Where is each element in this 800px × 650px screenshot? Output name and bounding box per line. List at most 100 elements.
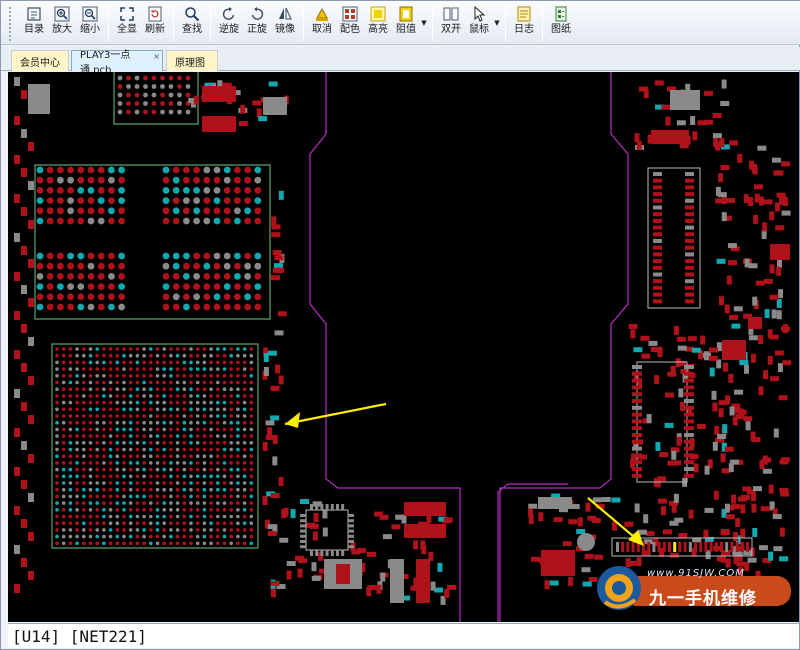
bga-ball[interactable]	[229, 414, 233, 418]
pcb-pad[interactable]	[311, 575, 321, 581]
bga-ball[interactable]	[202, 521, 207, 525]
pcb-pad[interactable]	[721, 212, 727, 222]
bga-ball[interactable]	[61, 407, 66, 412]
bga-ball[interactable]	[75, 487, 79, 492]
bga-ball[interactable]	[189, 454, 193, 459]
bga-ball[interactable]	[61, 441, 66, 445]
bga-ball[interactable]	[169, 434, 173, 438]
pcb-pad[interactable]	[647, 542, 651, 552]
search-button[interactable]: 查找	[179, 5, 205, 37]
bga-ball[interactable]	[36, 217, 44, 225]
resistance-button[interactable]: 阻值	[393, 5, 419, 37]
bga-ball[interactable]	[229, 508, 233, 512]
bga-ball[interactable]	[115, 380, 120, 385]
pcb-pad[interactable]	[773, 546, 783, 552]
pcb-pad[interactable]	[14, 428, 20, 437]
bga-ball[interactable]	[108, 467, 113, 472]
pcb-pad[interactable]	[768, 551, 774, 561]
bga-ball[interactable]	[108, 508, 113, 512]
bga-ball[interactable]	[195, 487, 200, 492]
bga-ball[interactable]	[249, 494, 254, 499]
bga-ball[interactable]	[128, 367, 133, 371]
bga-ball[interactable]	[149, 461, 153, 465]
pcb-pad[interactable]	[726, 275, 732, 285]
bga-ball[interactable]	[68, 454, 73, 459]
bga-ball[interactable]	[209, 434, 213, 438]
pcb-pad[interactable]	[673, 542, 677, 552]
bga-ball[interactable]	[122, 487, 126, 492]
bga-ball[interactable]	[162, 387, 166, 392]
bga-ball[interactable]	[102, 420, 106, 425]
bga-ball[interactable]	[36, 166, 44, 174]
tab-pcb-file[interactable]: PLAY3一点通.pcb ×	[71, 50, 163, 76]
bga-ball[interactable]	[115, 427, 120, 432]
bga-ball[interactable]	[142, 514, 146, 519]
bga-ball[interactable]	[122, 541, 126, 546]
bga-ball[interactable]	[234, 262, 241, 270]
bga-ball[interactable]	[149, 494, 153, 499]
bga-ball[interactable]	[222, 367, 227, 371]
bga-ball[interactable]	[87, 197, 95, 204]
bga-ball[interactable]	[195, 394, 200, 398]
bga-ball[interactable]	[202, 434, 207, 438]
bga-ball[interactable]	[87, 303, 95, 311]
pcb-pad[interactable]	[21, 402, 27, 411]
pcb-pad[interactable]	[348, 545, 354, 549]
bga-ball[interactable]	[189, 461, 193, 465]
bga-ball[interactable]	[195, 508, 200, 512]
bga-ball[interactable]	[102, 434, 106, 438]
bga-ball[interactable]	[216, 521, 220, 525]
bga-ball[interactable]	[216, 481, 220, 485]
pcb-pad[interactable]	[699, 542, 703, 552]
bga-ball[interactable]	[202, 441, 207, 445]
pcb-pad[interactable]	[300, 519, 306, 523]
pcb-pad[interactable]	[685, 178, 694, 183]
pcb-pad[interactable]	[771, 157, 781, 163]
pcb-pad[interactable]	[735, 414, 745, 420]
bga-ball[interactable]	[209, 541, 213, 546]
bga-ball[interactable]	[162, 447, 166, 452]
bga-ball[interactable]	[122, 467, 126, 472]
bga-ball[interactable]	[61, 400, 66, 405]
highlight-button[interactable]: 高亮	[365, 5, 391, 37]
bga-ball[interactable]	[195, 528, 200, 532]
pcb-pad[interactable]	[404, 524, 446, 538]
pcb-pad[interactable]	[270, 580, 280, 586]
bga-ball[interactable]	[118, 207, 125, 215]
bga-ball[interactable]	[183, 207, 190, 215]
bga-ball[interactable]	[77, 166, 85, 174]
bga-ball[interactable]	[202, 494, 207, 499]
bga-ball[interactable]	[67, 217, 74, 225]
pcb-pad[interactable]	[28, 220, 34, 229]
bga-ball[interactable]	[128, 487, 133, 492]
bga-ball[interactable]	[175, 353, 180, 358]
bga-ball[interactable]	[149, 528, 153, 532]
bga-ball[interactable]	[209, 400, 213, 405]
bga-ball[interactable]	[108, 434, 113, 438]
bga-ball[interactable]	[108, 367, 113, 371]
bga-ball[interactable]	[193, 197, 201, 204]
pcb-pad[interactable]	[626, 542, 630, 552]
bga-ball[interactable]	[162, 293, 170, 301]
bga-ball[interactable]	[229, 374, 233, 378]
bga-ball[interactable]	[177, 101, 182, 106]
pcb-pad[interactable]	[300, 514, 306, 517]
bga-ball[interactable]	[97, 197, 105, 204]
bga-ball[interactable]	[249, 353, 254, 358]
bga-ball[interactable]	[149, 467, 153, 472]
bga-ball[interactable]	[115, 420, 120, 425]
pcb-pad[interactable]	[684, 365, 694, 369]
bga-ball[interactable]	[95, 407, 99, 412]
bga-ball[interactable]	[97, 252, 105, 260]
bga-ball[interactable]	[82, 521, 86, 525]
bga-ball[interactable]	[61, 454, 66, 459]
bga-ball[interactable]	[46, 176, 54, 184]
bga-ball[interactable]	[189, 487, 193, 492]
pcb-pad[interactable]	[310, 550, 313, 556]
bga-ball[interactable]	[75, 508, 79, 512]
bga-ball[interactable]	[88, 541, 93, 546]
bga-ball[interactable]	[75, 367, 79, 371]
pcb-pad[interactable]	[685, 285, 694, 290]
pcb-pad[interactable]	[719, 296, 725, 306]
bga-ball[interactable]	[229, 434, 233, 438]
